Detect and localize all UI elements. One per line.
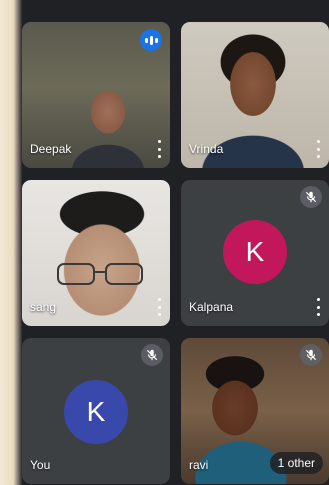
mic-off-icon: [141, 344, 163, 366]
participant-name: sang: [30, 300, 57, 314]
participant-name: Vrinda: [189, 142, 224, 156]
more-options-icon[interactable]: [154, 140, 164, 158]
more-options-icon[interactable]: [313, 298, 323, 316]
participant-tile-vrinda[interactable]: Vrinda: [181, 22, 329, 168]
participant-tile-sang[interactable]: sang: [22, 180, 170, 326]
avatar: K: [223, 220, 287, 284]
participant-name: Deepak: [30, 142, 72, 156]
participant-name: ravi: [189, 458, 209, 472]
others-badge[interactable]: 1 other: [269, 452, 323, 474]
screen-glare: [0, 0, 22, 485]
participant-name: You: [30, 458, 51, 472]
speaking-indicator-icon: [140, 29, 162, 51]
more-options-icon[interactable]: [154, 298, 164, 316]
mic-off-icon: [300, 344, 322, 366]
more-options-icon[interactable]: [313, 140, 323, 158]
participant-tile-kalpana[interactable]: K Kalpana: [181, 180, 329, 326]
avatar: K: [64, 380, 128, 444]
mic-off-icon: [300, 186, 322, 208]
participant-tile-ravi[interactable]: ravi 1 other: [181, 338, 329, 484]
participant-tile-deepak[interactable]: Deepak: [22, 22, 170, 168]
participant-tile-you[interactable]: K You: [22, 338, 170, 484]
participant-name: Kalpana: [189, 300, 234, 314]
